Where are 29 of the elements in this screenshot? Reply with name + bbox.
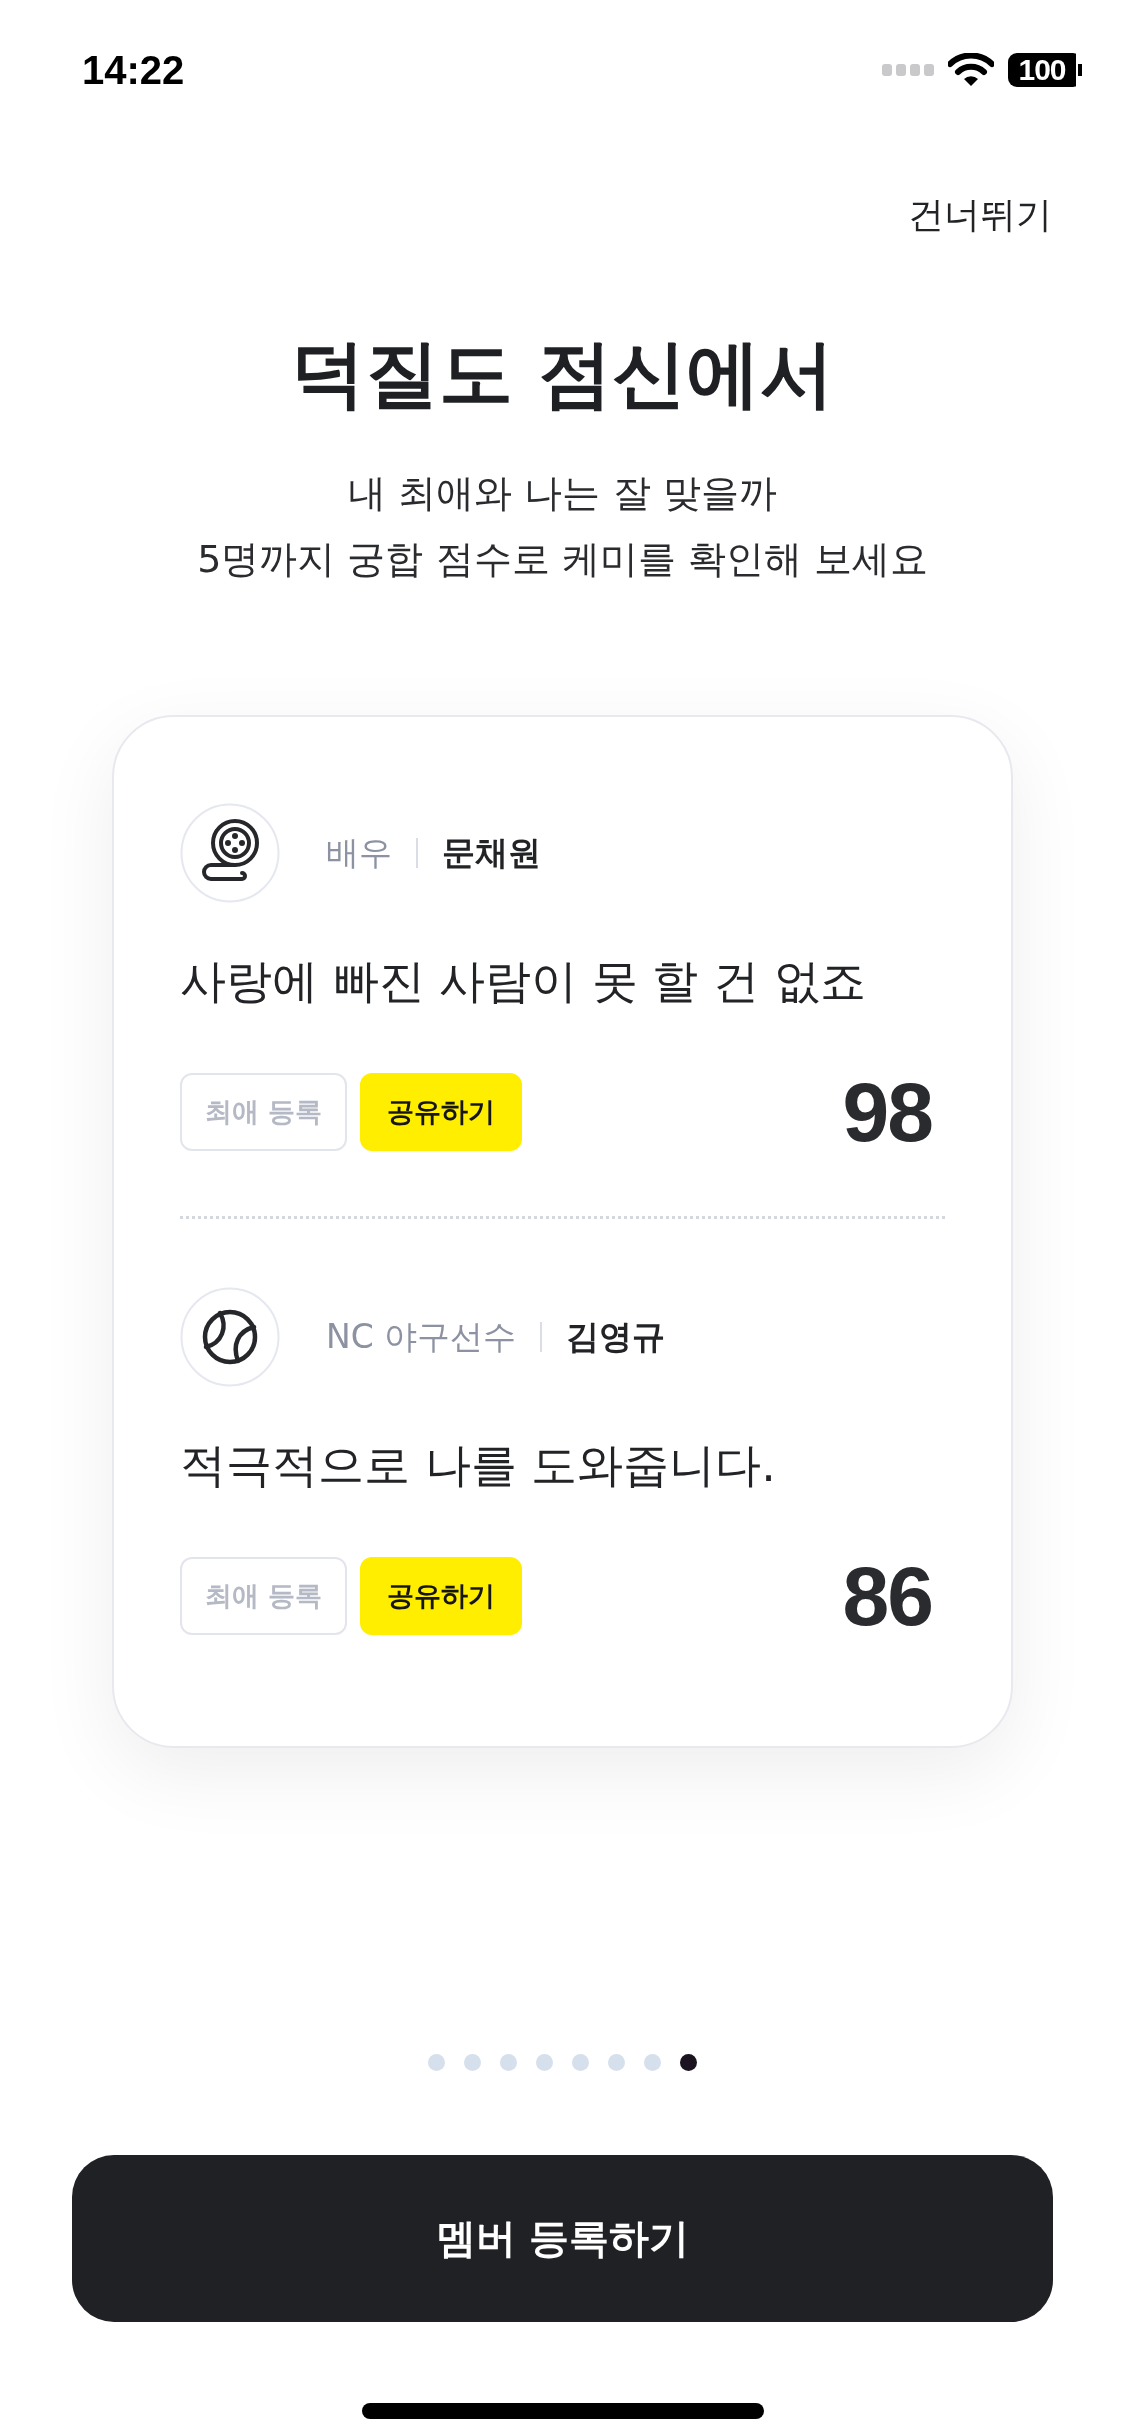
film-reel-icon — [180, 803, 280, 903]
page-dot[interactable] — [680, 2054, 697, 2071]
status-time: 14:22 — [82, 47, 185, 93]
person-name: 문채원 — [442, 831, 541, 874]
skip-button[interactable]: 건너뛰기 — [908, 192, 1052, 238]
share-button[interactable]: 공유하기 — [360, 1557, 522, 1635]
register-member-button[interactable]: 멤버 등록하기 — [72, 2155, 1053, 2322]
page-dot[interactable] — [644, 2054, 661, 2071]
person-name: 김영규 — [566, 1315, 666, 1358]
page-title: 덕질도 점신에서 — [289, 329, 836, 418]
page-dot[interactable] — [500, 2054, 517, 2071]
subtitle-text: 5명까지 궁합 점수로 케미를 확인해 보세요 — [196, 536, 929, 583]
match-quote: 사랑에 빠진 사람이 못 할 건 없죠 — [180, 953, 867, 1010]
wifi-icon — [948, 53, 994, 87]
baseball-icon — [180, 1287, 280, 1387]
compatibility-score: 86 — [842, 1554, 932, 1638]
page-dot[interactable] — [464, 2054, 481, 2071]
role-label: NC 야구선수 — [326, 1315, 517, 1358]
subtitle-text: 내 최애와 나는 잘 맞을까 — [347, 470, 778, 517]
page-dot[interactable] — [608, 2054, 625, 2071]
battery-indicator: 100 — [1008, 53, 1082, 87]
share-button[interactable]: 공유하기 — [360, 1073, 522, 1151]
page-dot[interactable] — [428, 2054, 445, 2071]
signal-icon — [882, 64, 934, 76]
role-label: 배우 — [326, 831, 392, 874]
compatibility-score: 98 — [842, 1070, 932, 1154]
match-quote: 적극적으로 나를 도와줍니다. — [180, 1437, 777, 1494]
page-dot[interactable] — [536, 2054, 553, 2071]
page-dot[interactable] — [572, 2054, 589, 2071]
